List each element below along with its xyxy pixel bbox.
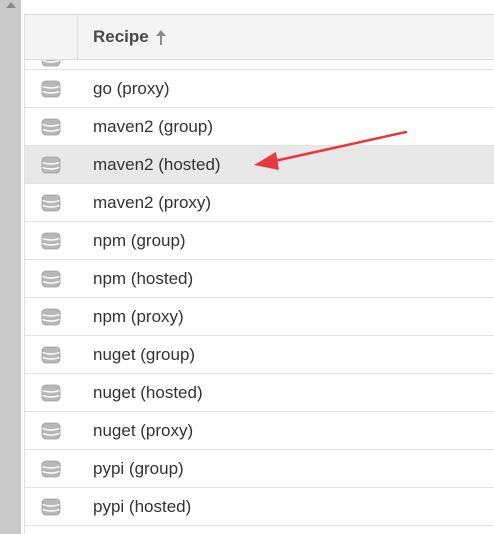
top-strip <box>21 0 494 14</box>
sort-ascending-icon <box>155 30 166 46</box>
repository-recipe-picker: Recipe go (proxy) maven2 (group) maven2 (h… <box>0 0 494 534</box>
recipe-row[interactable]: npm (hosted) <box>25 260 494 298</box>
recipe-row[interactable]: maven2 (proxy) <box>25 184 494 222</box>
recipe-name: maven2 (hosted) <box>93 155 221 174</box>
database-icon <box>40 116 62 138</box>
recipe-column-header[interactable]: Recipe <box>79 15 494 59</box>
database-icon <box>40 60 62 69</box>
recipe-name: maven2 (group) <box>93 117 214 136</box>
partial-row-top <box>25 60 494 70</box>
icon-column-header <box>25 15 78 59</box>
database-icon <box>40 154 62 176</box>
database-icon <box>40 268 62 290</box>
recipe-row[interactable]: nuget (group) <box>25 336 494 374</box>
database-icon <box>40 458 62 480</box>
recipe-name: nuget (group) <box>93 345 196 364</box>
recipe-row[interactable]: nuget (hosted) <box>25 374 494 412</box>
recipe-row[interactable]: go (proxy) <box>25 70 494 108</box>
left-scrollbar[interactable] <box>0 0 21 534</box>
recipe-rows: go (proxy) maven2 (group) maven2 (hosted) m… <box>25 70 494 526</box>
partial-row-bottom <box>25 526 494 534</box>
database-icon <box>40 306 62 328</box>
recipe-row[interactable]: pypi (group) <box>25 450 494 488</box>
database-icon <box>40 344 62 366</box>
recipe-name: nuget (proxy) <box>93 421 194 440</box>
database-icon <box>40 382 62 404</box>
recipe-row[interactable]: pypi (hosted) <box>25 488 494 526</box>
database-icon <box>40 230 62 252</box>
recipe-row[interactable]: npm (proxy) <box>25 298 494 336</box>
scroll-up-arrow-icon[interactable] <box>6 2 16 8</box>
database-icon <box>40 78 62 100</box>
recipe-name: pypi (hosted) <box>93 497 192 516</box>
recipe-row[interactable]: maven2 (group) <box>25 108 494 146</box>
grid-header: Recipe <box>25 14 494 60</box>
database-icon <box>40 420 62 442</box>
recipe-name: maven2 (proxy) <box>93 193 212 212</box>
recipe-column-label: Recipe <box>93 27 149 46</box>
recipe-name: npm (group) <box>93 231 186 250</box>
recipe-row[interactable]: maven2 (hosted) <box>25 146 494 184</box>
recipe-name: nuget (hosted) <box>93 383 203 402</box>
recipe-row[interactable]: npm (group) <box>25 222 494 260</box>
recipe-name: npm (proxy) <box>93 307 184 326</box>
recipe-name: npm (hosted) <box>93 269 194 288</box>
database-icon <box>40 496 62 518</box>
recipe-name: pypi (group) <box>93 459 184 478</box>
recipe-name: go (proxy) <box>93 79 170 98</box>
database-icon <box>40 192 62 214</box>
recipe-grid: Recipe go (proxy) maven2 (group) maven2 (h… <box>24 14 494 534</box>
recipe-row[interactable]: nuget (proxy) <box>25 412 494 450</box>
